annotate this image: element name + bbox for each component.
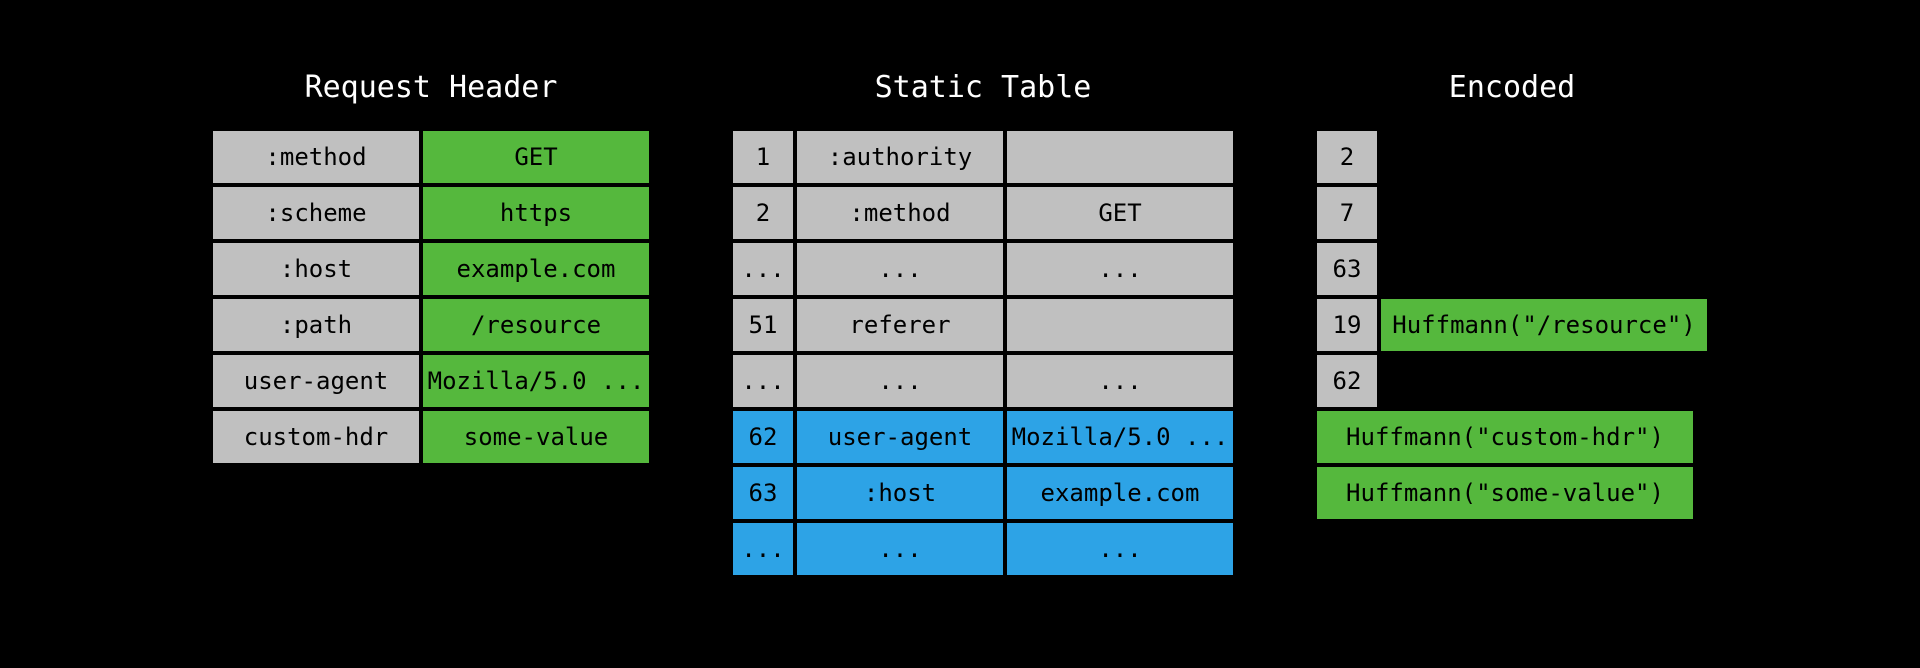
- static-key: referer: [795, 297, 1005, 353]
- encoded-row: 63: [1315, 241, 1709, 297]
- static-key: :method: [795, 185, 1005, 241]
- encoded-row: 7: [1315, 185, 1709, 241]
- static-table-row: 51referer: [731, 297, 1235, 353]
- encoded-column: Encoded 276319Huffmann("/resource")62Huf…: [1315, 70, 1709, 521]
- request-key: :host: [211, 241, 421, 297]
- encoded-value: Huffmann("some-value"): [1315, 465, 1695, 521]
- static-index: 2: [731, 185, 795, 241]
- static-value: ...: [1005, 241, 1235, 297]
- request-row: user-agentMozilla/5.0 ...: [211, 353, 651, 409]
- encoded-row: Huffmann("some-value"): [1315, 465, 1709, 521]
- static-index: 62: [731, 409, 795, 465]
- static-table-row: 2:methodGET: [731, 185, 1235, 241]
- request-header-column: Request Header :methodGET:schemehttps:ho…: [211, 70, 651, 465]
- request-row: :path/resource: [211, 297, 651, 353]
- static-index: ...: [731, 353, 795, 409]
- encoded-value: Huffmann("custom-hdr"): [1315, 409, 1695, 465]
- static-table-row: .........: [731, 353, 1235, 409]
- request-row: :schemehttps: [211, 185, 651, 241]
- static-table-row: 1:authority: [731, 129, 1235, 185]
- encoded-index: 2: [1315, 129, 1379, 185]
- static-table-row: 63:hostexample.com: [731, 465, 1235, 521]
- encoded-row: 62: [1315, 353, 1709, 409]
- request-row: :hostexample.com: [211, 241, 651, 297]
- static-key: user-agent: [795, 409, 1005, 465]
- static-table-column: Static Table 1:authority2:methodGET.....…: [731, 70, 1235, 577]
- encoded-index: 63: [1315, 241, 1379, 297]
- static-value: [1005, 297, 1235, 353]
- request-row: custom-hdrsome-value: [211, 409, 651, 465]
- static-value: [1005, 129, 1235, 185]
- encoded-row: 2: [1315, 129, 1709, 185]
- static-table-title: Static Table: [731, 70, 1235, 105]
- static-key: ...: [795, 241, 1005, 297]
- request-value: /resource: [421, 297, 651, 353]
- static-value: Mozilla/5.0 ...: [1005, 409, 1235, 465]
- static-index: 1: [731, 129, 795, 185]
- request-row: :methodGET: [211, 129, 651, 185]
- static-index: ...: [731, 521, 795, 577]
- static-value: GET: [1005, 185, 1235, 241]
- static-key: :authority: [795, 129, 1005, 185]
- static-index: 51: [731, 297, 795, 353]
- encoded-index: 19: [1315, 297, 1379, 353]
- static-value: example.com: [1005, 465, 1235, 521]
- static-index: ...: [731, 241, 795, 297]
- request-key: custom-hdr: [211, 409, 421, 465]
- request-key: user-agent: [211, 353, 421, 409]
- static-value: ...: [1005, 353, 1235, 409]
- static-table-row: 62user-agentMozilla/5.0 ...: [731, 409, 1235, 465]
- encoded-index: 7: [1315, 185, 1379, 241]
- static-index: 63: [731, 465, 795, 521]
- request-key: :method: [211, 129, 421, 185]
- static-key: ...: [795, 353, 1005, 409]
- request-value: example.com: [421, 241, 651, 297]
- request-key: :path: [211, 297, 421, 353]
- request-value: GET: [421, 129, 651, 185]
- request-value: https: [421, 185, 651, 241]
- request-header-title: Request Header: [211, 70, 651, 105]
- static-value: ...: [1005, 521, 1235, 577]
- static-key: ...: [795, 521, 1005, 577]
- encoded-index: 62: [1315, 353, 1379, 409]
- encoded-value: Huffmann("/resource"): [1379, 297, 1709, 353]
- request-key: :scheme: [211, 185, 421, 241]
- encoded-row: 19Huffmann("/resource"): [1315, 297, 1709, 353]
- static-table-row: .........: [731, 521, 1235, 577]
- request-value: Mozilla/5.0 ...: [421, 353, 651, 409]
- encoded-title: Encoded: [1315, 70, 1709, 105]
- request-value: some-value: [421, 409, 651, 465]
- encoded-row: Huffmann("custom-hdr"): [1315, 409, 1709, 465]
- static-key: :host: [795, 465, 1005, 521]
- static-table-row: .........: [731, 241, 1235, 297]
